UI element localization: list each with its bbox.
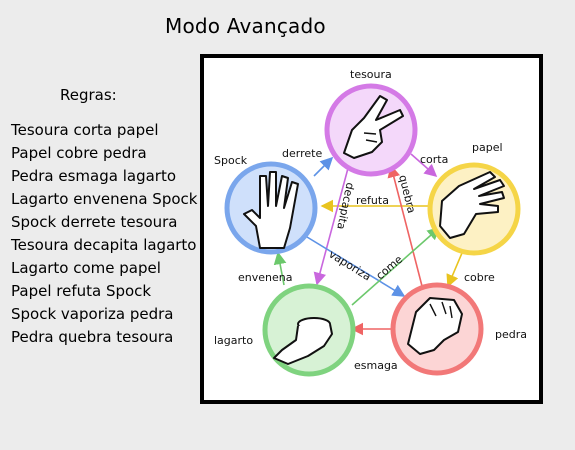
rule-item: Tesoura corta papel — [11, 121, 159, 139]
edge-label-esmaga: esmaga — [354, 359, 398, 372]
node-tesoura — [324, 83, 418, 177]
node-label-lagarto: lagarto — [214, 334, 253, 347]
node-label-pedra: pedra — [495, 328, 527, 341]
node-label-tesoura: tesoura — [350, 68, 392, 81]
node-lagarto — [262, 283, 356, 377]
edge-label-cobre: cobre — [464, 271, 495, 284]
node-pedra — [390, 282, 484, 376]
rule-item: Spock derrete tesoura — [11, 213, 178, 231]
edge-label-envenena: envenena — [238, 271, 292, 284]
page-title: Modo Avançado — [165, 14, 326, 38]
node-label-spock: Spock — [214, 154, 248, 167]
rule-item: Lagarto come papel — [11, 259, 161, 277]
edge-label-quebra: quebra — [396, 174, 418, 215]
node-spock — [224, 161, 318, 255]
edge-label-corta: corta — [420, 153, 448, 166]
arrow-spock-tesoura — [313, 156, 334, 177]
node-papel — [427, 162, 521, 256]
edge-label-come: come — [374, 253, 406, 283]
node-label-papel: papel — [472, 141, 503, 154]
arrow-papel-pedra — [446, 252, 463, 288]
rule-item: Papel refuta Spock — [11, 282, 152, 300]
rules-list: Tesoura corta papel Papel cobre pedra Pe… — [11, 119, 197, 349]
edge-label-derrete: derrete — [282, 147, 322, 160]
edge-label-vaporiza: vaporiza — [326, 248, 373, 284]
rule-item: Pedra quebra tesoura — [11, 328, 174, 346]
rule-item: Papel cobre pedra — [11, 144, 147, 162]
edge-label-refuta: refuta — [356, 194, 389, 207]
rule-item: Pedra esmaga lagarto — [11, 167, 177, 185]
rules-diagram-svg: tesoura papel pedra lagarto Spock derret… — [214, 68, 527, 377]
rules-diagram: tesoura papel pedra lagarto Spock derret… — [200, 54, 543, 404]
rule-item: Tesoura decapita lagarto — [11, 236, 197, 254]
rules-heading: Regras: — [60, 86, 117, 104]
rule-item: Lagarto envenena Spock — [11, 190, 198, 208]
rule-item: Spock vaporiza pedra — [11, 305, 174, 323]
